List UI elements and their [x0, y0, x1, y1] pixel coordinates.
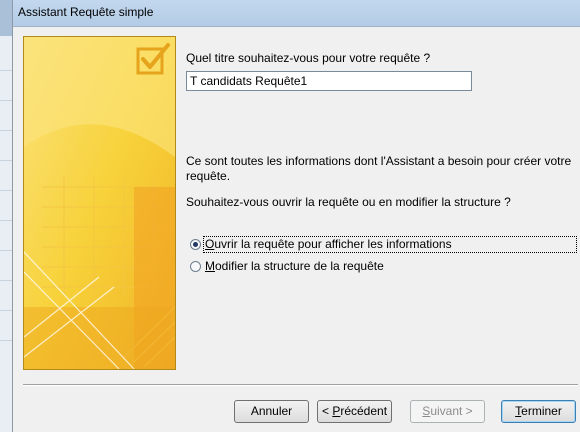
button-separator: [23, 384, 578, 386]
finish-button[interactable]: Terminer: [501, 400, 576, 423]
wizard-illustration: [23, 36, 176, 370]
info-text-line1: Ce sont toutes les informations dont l'A…: [186, 154, 572, 168]
query-title-question: Quel titre souhaitez-vous pour votre req…: [186, 51, 431, 65]
next-button[interactable]: Suivant >: [410, 400, 485, 423]
radio-modify-structure[interactable]: [190, 261, 201, 272]
radio-open-query[interactable]: [190, 239, 201, 250]
option-modify-structure-label: Modifier la structure de la requête: [205, 259, 384, 273]
previous-button[interactable]: < Précédent: [317, 400, 392, 423]
query-title-input[interactable]: [186, 71, 472, 91]
cancel-button[interactable]: Annuler: [234, 400, 309, 423]
query-wizard-dialog: Assistant Requête simple Quel titre souh…: [12, 0, 580, 432]
background-window-edge: [0, 0, 12, 432]
option-open-query-label: Ouvrir la requête pour afficher les info…: [205, 237, 452, 251]
info-text-line2: requête.: [186, 169, 231, 183]
window-title: Assistant Requête simple: [18, 5, 154, 19]
checkmark-icon: [136, 43, 170, 75]
open-or-modify-question: Souhaitez-vous ouvrir la requête ou en m…: [186, 195, 511, 209]
title-bar[interactable]: Assistant Requête simple: [13, 0, 580, 27]
